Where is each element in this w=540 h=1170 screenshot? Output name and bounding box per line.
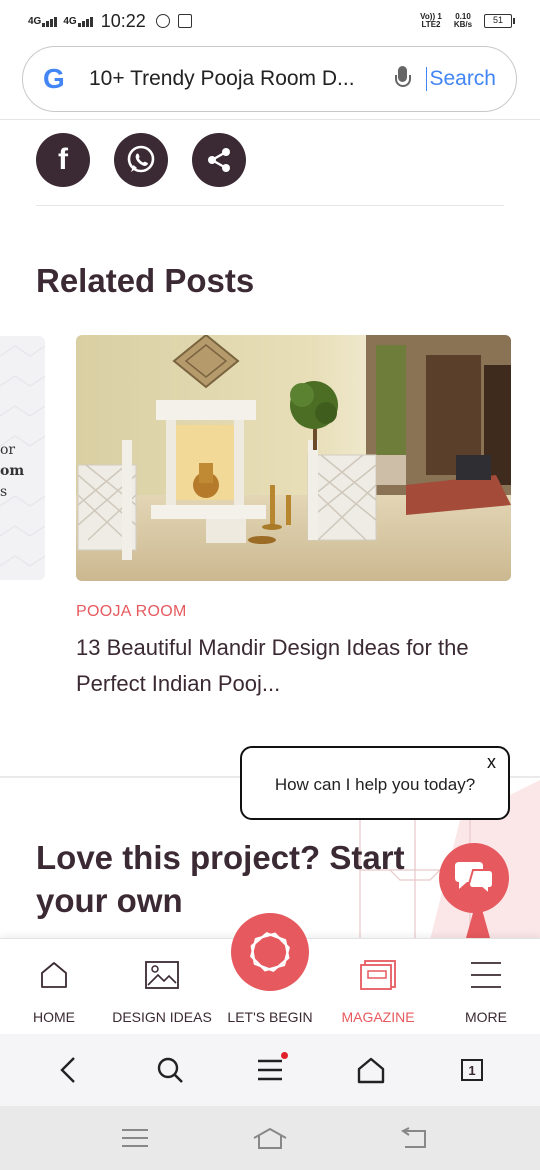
- recents-icon[interactable]: [115, 1124, 155, 1152]
- tab-count: 1: [461, 1059, 483, 1081]
- related-posts-heading: Related Posts: [36, 262, 255, 299]
- chat-button[interactable]: [439, 843, 509, 913]
- system-home-icon[interactable]: [250, 1124, 290, 1152]
- nav-more[interactable]: MORE: [432, 939, 540, 1035]
- nav-label: DESIGN IDEAS: [112, 1009, 212, 1025]
- card-text-fragment: or: [0, 442, 16, 458]
- magazine-icon: [360, 959, 396, 991]
- tabs-button[interactable]: 1: [452, 1052, 492, 1088]
- search-input[interactable]: 10+ Trendy Pooja Room D...: [89, 67, 384, 91]
- home-icon[interactable]: [351, 1052, 391, 1088]
- status-bar: 4G 4G 10:22 Vo)) 1 LTE2 0.10 KB/s 51: [0, 0, 540, 42]
- card-text-fragment: om: [0, 463, 25, 479]
- clock: 10:22: [100, 10, 146, 31]
- facebook-icon[interactable]: f: [36, 133, 90, 187]
- cta-heading: Love this project? Start your own: [36, 839, 405, 919]
- browser-toolbar: 1: [0, 1034, 540, 1106]
- nav-label: HOME: [33, 1009, 75, 1025]
- nav-label: LET'S BEGIN: [227, 1009, 313, 1025]
- chat-prompt-text: How can I help you today?: [274, 775, 476, 794]
- nav-design-ideas[interactable]: DESIGN IDEAS: [108, 939, 216, 1035]
- google-logo-icon: G: [43, 63, 65, 94]
- mic-icon[interactable]: [394, 66, 412, 92]
- post-title-link[interactable]: 13 Beautiful Mandir Design Ideas for the…: [76, 630, 526, 702]
- status-right: Vo)) 1 LTE2 0.10 KB/s 51: [420, 12, 515, 29]
- network-type-label: 4G: [28, 15, 42, 27]
- facebook-glyph: f: [58, 143, 68, 176]
- share-icon[interactable]: [192, 133, 246, 187]
- battery-icon: 51: [484, 14, 515, 28]
- whatsapp-icon[interactable]: [114, 133, 168, 187]
- divider: [36, 205, 504, 206]
- menu-icon: [470, 959, 502, 991]
- nav-label: MORE: [465, 1009, 507, 1025]
- logo-icon: [250, 932, 290, 972]
- system-nav-bar: [0, 1106, 540, 1170]
- related-post-card-previous[interactable]: or om s: [0, 336, 45, 580]
- signal-2: 4G: [63, 15, 93, 27]
- notification-dot: [281, 1052, 288, 1059]
- browser-menu-icon[interactable]: [250, 1052, 290, 1088]
- nav-home[interactable]: HOME: [0, 939, 108, 1035]
- nav-magazine[interactable]: MAGAZINE: [324, 939, 432, 1035]
- post-thumbnail[interactable]: [76, 335, 511, 581]
- home-icon: [39, 959, 69, 991]
- post-category[interactable]: POOJA ROOM: [76, 603, 187, 621]
- network-type-label: 4G: [63, 15, 77, 27]
- social-share: f: [36, 133, 246, 187]
- search-button[interactable]: Search: [426, 67, 496, 91]
- search-icon[interactable]: [150, 1052, 190, 1088]
- search-bar[interactable]: G 10+ Trendy Pooja Room D... Search: [22, 46, 517, 112]
- whatsapp-notification-icon: [155, 14, 170, 28]
- back-icon[interactable]: [48, 1052, 88, 1088]
- app-notification-icon: [177, 14, 192, 28]
- chat-prompt-bubble[interactable]: How can I help you today? x: [240, 746, 510, 820]
- chat-bubbles-icon: [455, 862, 494, 897]
- system-back-icon[interactable]: [392, 1124, 432, 1152]
- volte-indicator: Vo)) 1 LTE2: [420, 12, 442, 29]
- close-icon[interactable]: x: [487, 752, 496, 773]
- image-icon: [145, 959, 179, 991]
- lets-begin-button[interactable]: [231, 913, 309, 991]
- card-text-fragment: s: [0, 484, 8, 500]
- nav-label: MAGAZINE: [341, 1009, 415, 1025]
- signal-1: 4G: [28, 15, 58, 27]
- data-speed: 0.10 KB/s: [453, 12, 473, 29]
- divider: [0, 119, 540, 120]
